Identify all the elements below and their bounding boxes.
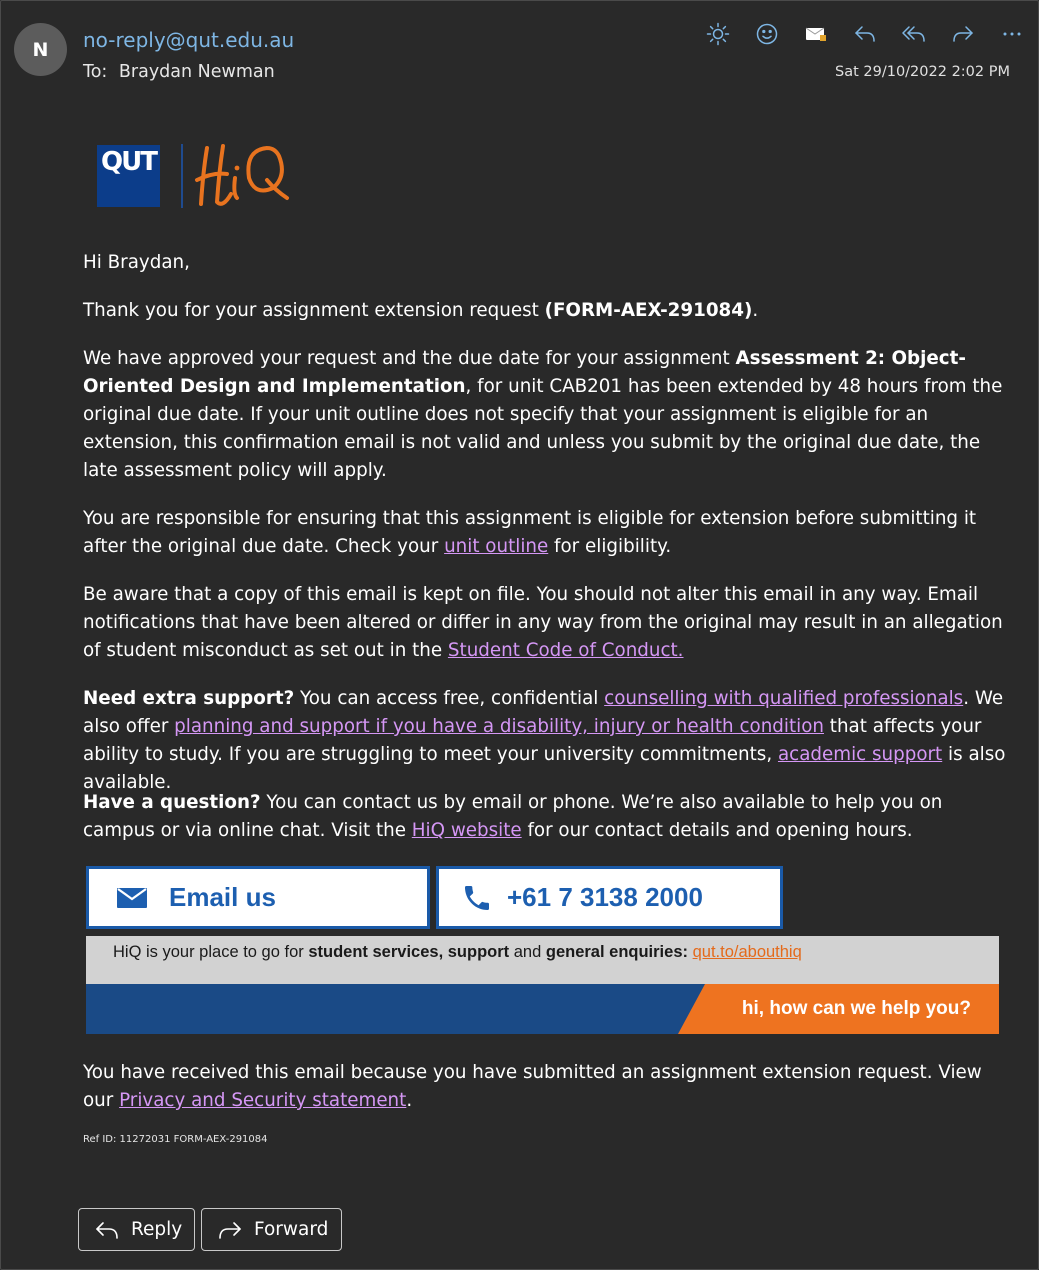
text: for our contact details and opening hour… — [521, 820, 913, 841]
academic-support-link[interactable]: academic support — [778, 744, 942, 765]
reply-button[interactable]: Reply — [78, 1208, 195, 1251]
to-label: To: — [83, 62, 108, 82]
text: and — [509, 943, 546, 961]
reply-icon[interactable] — [840, 20, 889, 48]
paragraph-footer: You have received this email because you… — [83, 1059, 1008, 1115]
forward-icon[interactable] — [938, 20, 987, 48]
recipient-line: To: Braydan Newman — [83, 62, 275, 82]
paragraph-approval: We have approved your request and the du… — [83, 345, 1008, 485]
recipient-name[interactable]: Braydan Newman — [119, 62, 275, 82]
text-bold: student services, support — [308, 943, 510, 961]
reply-all-icon[interactable] — [889, 20, 938, 48]
logo-divider — [181, 144, 183, 208]
forward-label: Forward — [254, 1219, 329, 1240]
sun-icon[interactable] — [693, 20, 742, 48]
support-heading: Need extra support? — [83, 688, 295, 709]
privacy-link[interactable]: Privacy and Security statement — [119, 1090, 406, 1111]
text: We have approved your request and the du… — [83, 348, 736, 369]
unit-outline-link[interactable]: unit outline — [444, 536, 548, 557]
phone-icon — [465, 885, 489, 910]
greeting: Hi Braydan, — [83, 252, 190, 273]
code-of-conduct-link[interactable]: Student Code of Conduct. — [448, 640, 684, 661]
email-us-button[interactable]: Email us — [86, 866, 430, 929]
email-us-label: Email us — [169, 882, 276, 912]
qut-hiq-logo: QUT — [97, 142, 297, 212]
question-heading: Have a question? — [83, 792, 261, 813]
reply-label: Reply — [131, 1219, 183, 1240]
paragraph-awareness: Be aware that a copy of this email is ke… — [83, 581, 1008, 665]
form-id: (FORM-AEX-291084) — [544, 300, 753, 321]
forward-icon — [219, 1221, 241, 1239]
text: . — [406, 1090, 413, 1111]
banner-tagline: hi, how can we help you? — [741, 998, 971, 1019]
forward-button[interactable]: Forward — [201, 1208, 342, 1251]
more-icon[interactable] — [987, 20, 1036, 48]
paragraph-question: Have a question? You can contact us by e… — [83, 789, 1008, 845]
text: for eligibility. — [548, 536, 672, 557]
text: Thank you for your assignment extension … — [83, 300, 545, 321]
text-bold: general enquiries: — [545, 943, 688, 961]
envelope-icon[interactable] — [791, 20, 840, 48]
paragraph-request: Thank you for your assignment extension … — [83, 297, 1008, 325]
phone-button[interactable]: +61 7 3138 2000 — [436, 866, 783, 929]
counselling-link[interactable]: counselling with qualified professionals — [604, 688, 963, 709]
abouthiq-link[interactable]: qut.to/abouthiq — [693, 943, 802, 961]
phone-number: +61 7 3138 2000 — [507, 882, 703, 912]
timestamp: Sat 29/10/2022 2:02 PM — [835, 64, 1010, 80]
disability-support-link[interactable]: planning and support if you have a disab… — [174, 716, 824, 737]
text: . — [752, 300, 759, 321]
emoji-icon[interactable] — [742, 20, 791, 48]
hiq-website-link[interactable]: HiQ website — [412, 820, 522, 841]
hiq-banner: HiQ is your place to go for student serv… — [86, 936, 999, 1034]
banner-text: HiQ is your place to go for student serv… — [86, 936, 999, 984]
ref-id: Ref ID: 11272031 FORM-AEX-291084 — [83, 1134, 268, 1145]
qut-logo: QUT — [97, 145, 160, 207]
text: HiQ is your place to go for — [113, 943, 309, 961]
paragraph-support: Need extra support? You can access free,… — [83, 685, 1008, 797]
paragraph-responsibility: You are responsible for ensuring that th… — [83, 505, 1008, 561]
reply-icon — [96, 1221, 118, 1239]
message-toolbar — [693, 20, 1036, 48]
sender-address[interactable]: no-reply@qut.edu.au — [83, 28, 294, 52]
text: You can access free, confidential — [294, 688, 605, 709]
hiq-logo — [195, 144, 289, 206]
avatar[interactable]: N — [14, 23, 67, 76]
envelope-icon — [117, 887, 147, 908]
